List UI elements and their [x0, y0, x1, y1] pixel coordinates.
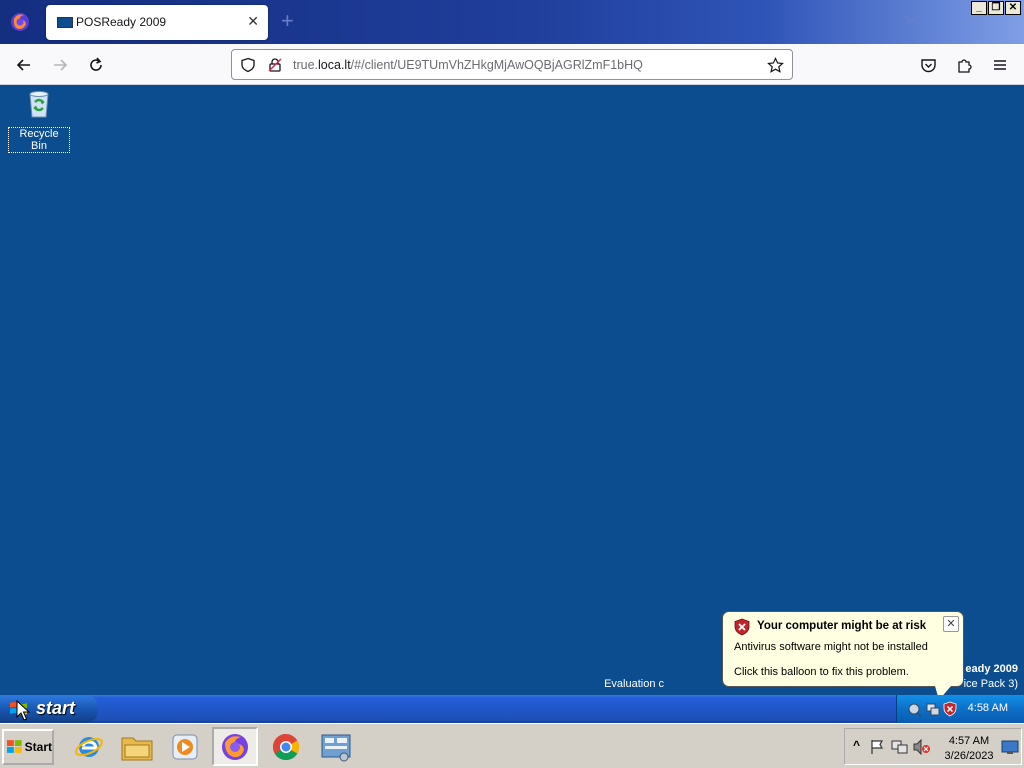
windows-logo-icon — [7, 740, 22, 753]
recycle-bin-shortcut[interactable]: Recycle Bin — [8, 88, 70, 154]
firefox-taskbar-button[interactable] — [212, 727, 258, 766]
extensions-button[interactable] — [951, 52, 977, 78]
watermark-edition: eady 2009 — [965, 663, 1018, 675]
host-taskbar: Start ^ 4:57 AM 3/26/2023 — [0, 723, 1024, 768]
browser-tabbar: POSReady 2009 ✕ + _ ❐ ✕ — [0, 0, 1024, 44]
show-desktop-icon[interactable] — [1001, 739, 1019, 755]
host-start-button[interactable]: Start — [2, 729, 54, 765]
host-clock-time: 4:57 AM — [948, 735, 990, 747]
list-all-tabs-icon[interactable] — [902, 10, 920, 28]
host-notification-area: ^ 4:57 AM 3/26/2023 — [844, 728, 1022, 765]
url-text: true.loca.lt/#/client/UE9TUmVhZHkgMjAwOQ… — [293, 58, 643, 72]
hamburger-menu-icon — [994, 60, 1006, 70]
pocket-icon — [920, 58, 936, 72]
minimize-button[interactable]: _ — [971, 1, 987, 15]
action-center-flag-icon[interactable] — [869, 739, 885, 755]
recycle-bin-label: Recycle Bin — [8, 127, 70, 153]
reload-button[interactable] — [83, 52, 109, 78]
back-arrow-icon — [16, 59, 30, 71]
mouse-cursor-icon — [16, 700, 30, 721]
watermark-service-pack: ice Pack 3) — [963, 678, 1018, 690]
tab-favicon — [57, 17, 73, 28]
media-player-pinned[interactable] — [162, 727, 208, 766]
balloon-title: Your computer might be at risk — [757, 620, 927, 632]
firefox-view-icon[interactable] — [8, 10, 32, 34]
xp-notification-area: 4:58 AM — [896, 695, 1024, 723]
close-tab-icon[interactable]: ✕ — [247, 13, 259, 29]
balloon-instruction: Click this balloon to fix this problem. — [734, 666, 909, 678]
xp-clock[interactable]: 4:58 AM — [968, 702, 1008, 714]
xp-taskbar: start 4:58 AM — [0, 695, 1024, 723]
balloon-message: Antivirus software might not be installe… — [734, 641, 928, 653]
xp-start-button[interactable]: start — [0, 695, 98, 723]
host-clock-date: 3/26/2023 — [944, 750, 994, 762]
control-panel-taskbar-button[interactable] — [313, 727, 359, 766]
reload-icon — [90, 57, 102, 71]
watermark-evaluation: Evaluation c — [604, 678, 664, 690]
chrome-taskbar-button[interactable] — [263, 727, 309, 766]
balloon-close-button[interactable]: ✕ — [943, 616, 959, 632]
pocket-button[interactable] — [915, 52, 941, 78]
volume-icon[interactable] — [907, 701, 923, 717]
browser-navbar: true.loca.lt/#/client/UE9TUmVhZHkgMjAwOQ… — [0, 44, 1024, 85]
network-status-icon[interactable] — [891, 739, 909, 755]
new-tab-button[interactable]: + — [281, 9, 294, 33]
show-hidden-icons-button[interactable]: ^ — [853, 738, 860, 752]
tracking-shield-icon[interactable] — [240, 57, 256, 73]
network-icon[interactable] — [925, 701, 941, 717]
restore-button[interactable]: ❐ — [988, 1, 1004, 15]
close-window-button[interactable]: ✕ — [1005, 1, 1021, 15]
back-button[interactable] — [11, 52, 37, 78]
browser-tab-active[interactable]: POSReady 2009 ✕ — [46, 5, 268, 40]
window-controls: _ ❐ ✕ — [971, 1, 1021, 15]
forward-arrow-icon — [54, 59, 68, 71]
control-panel-icon — [321, 734, 351, 761]
xp-start-label: start — [36, 698, 76, 718]
media-player-icon — [172, 734, 198, 759]
folder-icon — [121, 737, 153, 760]
firefox-icon — [222, 733, 248, 760]
security-shield-icon — [734, 618, 750, 636]
internet-explorer-icon — [75, 736, 103, 757]
puzzle-piece-icon — [957, 58, 972, 73]
host-start-label: Start — [24, 740, 52, 754]
tab-title: POSReady 2009 — [76, 15, 167, 29]
file-explorer-pinned[interactable] — [114, 727, 160, 766]
insecure-lock-icon[interactable] — [267, 57, 283, 73]
remote-desktop[interactable]: Recycle Bin eady 2009 Evaluation c ice P… — [0, 85, 1024, 695]
app-menu-button[interactable] — [987, 52, 1013, 78]
chrome-icon — [272, 733, 300, 760]
host-clock[interactable]: 4:57 AM 3/26/2023 — [940, 734, 998, 764]
address-bar[interactable]: true.loca.lt/#/client/UE9TUmVhZHkgMjAwOQ… — [231, 49, 793, 80]
bookmark-star-icon[interactable] — [767, 57, 784, 74]
volume-muted-icon[interactable] — [913, 739, 931, 755]
security-alert-balloon[interactable]: Your computer might be at risk Antivirus… — [722, 611, 964, 700]
security-center-icon[interactable] — [943, 701, 957, 717]
forward-button[interactable] — [47, 52, 73, 78]
internet-explorer-pinned[interactable] — [66, 727, 112, 766]
recycle-bin-icon — [29, 91, 49, 118]
